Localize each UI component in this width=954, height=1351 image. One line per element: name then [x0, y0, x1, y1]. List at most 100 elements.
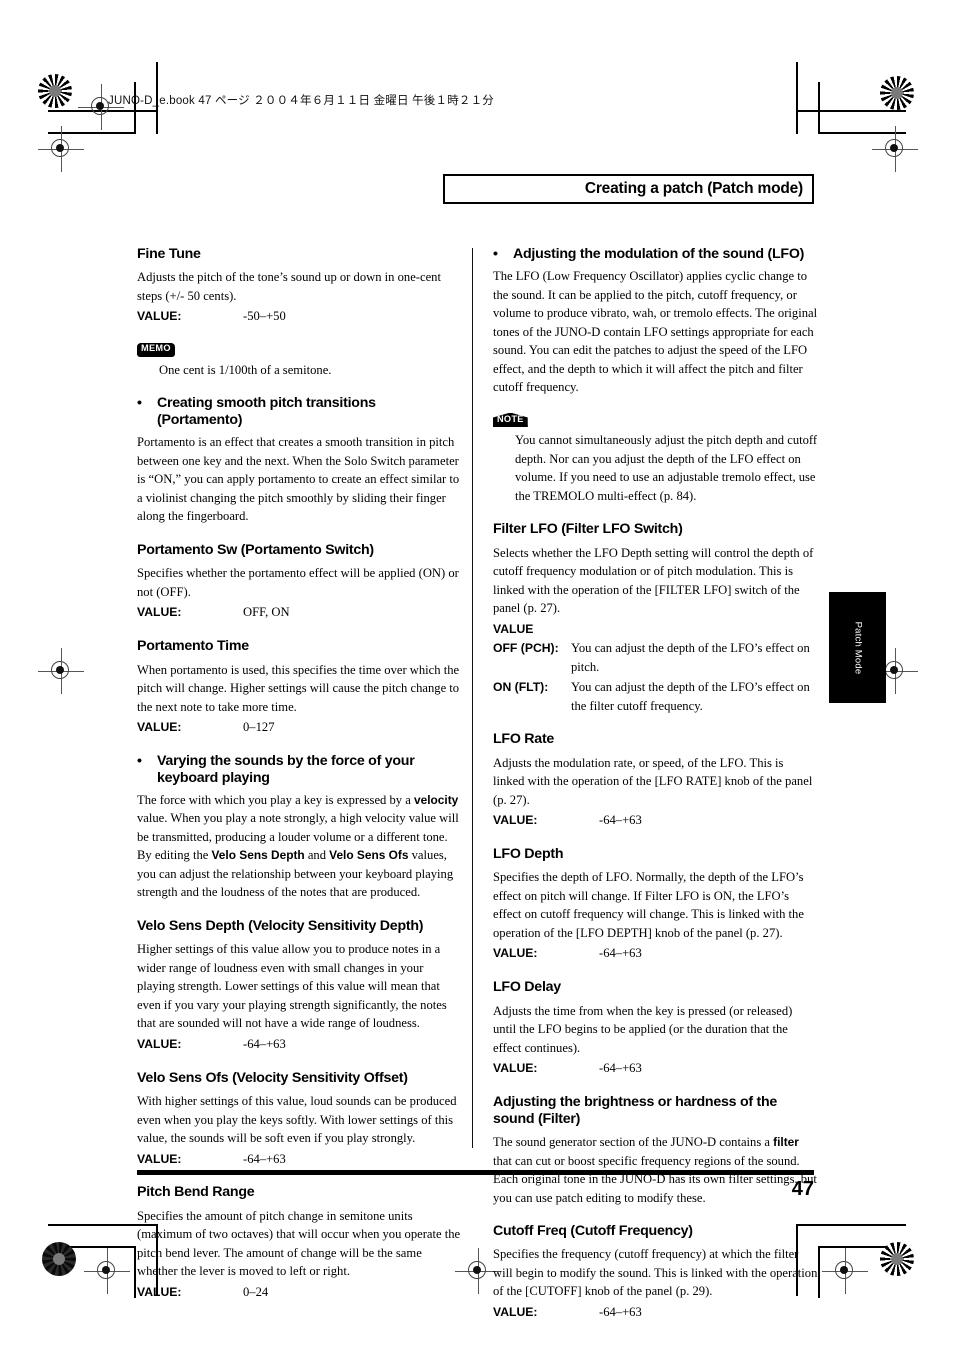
value-text: You can adjust the depth of the LFO’s ef…	[571, 640, 810, 674]
value-text: -64–+63	[243, 1036, 286, 1051]
heading-lfo-delay: LFO Delay	[493, 979, 561, 996]
registration-target-top-right	[880, 76, 914, 110]
heading-lfo-depth: LFO Depth	[493, 846, 564, 863]
value-text: 0–127	[243, 720, 275, 735]
heading-lfo-intro: • Adjusting the modulation of the sound …	[493, 246, 818, 263]
registration-cross-mid-left	[38, 648, 84, 694]
page-number: 47	[791, 1178, 814, 1200]
value-label: VALUE:	[493, 1061, 538, 1076]
heading-pitch-bend-range: Pitch Bend Range	[137, 1184, 255, 1201]
heading-fine-tune: Fine Tune	[137, 246, 201, 262]
value-portamento-sw: VALUE: OFF, ON	[137, 603, 462, 622]
text-filter-lfo: Selects whether the LFO Depth setting wi…	[493, 545, 814, 616]
heading-velo-sens-depth: Velo Sens Depth (Velocity Sensitivity De…	[137, 917, 424, 934]
text-lfo-depth: Specifies the depth of LFO. Normally, th…	[493, 870, 804, 940]
value-label: VALUE:	[493, 946, 538, 961]
registration-cross-top-right	[872, 126, 918, 172]
registration-cross-bottom-left	[84, 1248, 130, 1294]
text-velocity-intro: The force with which you play a key is e…	[137, 791, 462, 902]
value-text: OFF, ON	[243, 605, 290, 620]
value-text: -64–+63	[599, 813, 642, 828]
right-column: • Adjusting the modulation of the sound …	[493, 246, 818, 1322]
value-label: VALUE:	[137, 605, 182, 620]
registration-cross-upper-left	[38, 126, 84, 172]
note-callout-lfo: NOTE You cannot simultaneously adjust th…	[493, 409, 818, 506]
value-text: -50–+50	[243, 309, 286, 324]
text-cutoff-freq: Specifies the frequency (cutoff frequenc…	[493, 1247, 818, 1299]
registration-target-bottom-left	[42, 1242, 76, 1276]
file-header-text: JUNO-D_e.book 47 ページ ２００４年６月１１日 金曜日 午後１時…	[108, 95, 494, 107]
value-velo-sens-depth: VALUE: -64–+63	[137, 1035, 462, 1054]
value-cutoff-freq: VALUE: -64–+63	[493, 1303, 818, 1322]
registration-target-bottom-right	[880, 1242, 914, 1276]
seg2: that can cut or boost specific frequency…	[493, 1153, 817, 1205]
memo-callout-fine-tune: MEMO One cent is 1/100th of a semitone.	[137, 338, 462, 379]
seg3: and	[304, 848, 330, 863]
value-label: VALUE:	[137, 1036, 182, 1051]
registration-cross-bottom-right	[822, 1248, 868, 1294]
heading-velocity-intro: • Varying the sounds by the force of you…	[137, 753, 462, 787]
value-text: You can adjust the depth of the LFO’s ef…	[571, 679, 810, 713]
emph-velo-sens-depth: Velo Sens Depth	[211, 848, 305, 863]
column-divider	[472, 248, 473, 1148]
value-pitch-bend-range: VALUE: 0–24	[137, 1283, 462, 1302]
bullet-icon: •	[137, 395, 142, 412]
note-icon-wrap: NOTE	[493, 409, 528, 428]
seg1: The force with which you play a key is e…	[137, 792, 414, 807]
emph-filter: filter	[773, 1135, 799, 1150]
value-text: 0–24	[243, 1284, 269, 1299]
heading-text: Adjusting the modulation of the sound (L…	[513, 246, 805, 262]
value-text: -64–+63	[599, 1061, 642, 1076]
value-label: VALUE:	[137, 1284, 182, 1299]
value-velo-sens-ofs: VALUE: -64–+63	[137, 1150, 462, 1169]
text-lfo-rate: Adjusts the modulation rate, or speed, o…	[493, 755, 813, 807]
bullet-icon: •	[137, 752, 142, 769]
text-lfo-delay: Adjusts the time from when the key is pr…	[493, 1003, 793, 1055]
value-label: VALUE:	[493, 1304, 538, 1319]
text-lfo-intro: The LFO (Low Frequency Oscillator) appli…	[493, 269, 818, 395]
text-portamento-sw: Specifies whether the portamento effect …	[137, 566, 459, 599]
value-text: -64–+63	[599, 946, 642, 961]
text-velo-sens-ofs: With higher settings of this value, loud…	[137, 1094, 457, 1146]
value-portamento-time: VALUE: 0–127	[137, 718, 462, 737]
thumb-tab-label: Patch Mode	[852, 621, 863, 674]
text-portamento-intro: Portamento is an effect that creates a s…	[137, 435, 460, 524]
text-pitch-bend-range: Specifies the amount of pitch change in …	[137, 1208, 461, 1279]
value-text: -64–+63	[599, 1304, 642, 1319]
heading-cutoff-freq: Cutoff Freq (Cutoff Frequency)	[493, 1223, 693, 1240]
bullet-icon: •	[493, 246, 498, 262]
chapter-title-bar: Creating a patch (Patch mode)	[443, 174, 814, 204]
value-row-off-pch: OFF (PCH): You can adjust the depth of t…	[493, 639, 818, 677]
emph-velo-sens-ofs: Velo Sens Ofs	[329, 848, 409, 863]
memo-text: One cent is 1/100th of a semitone.	[159, 362, 332, 377]
note-text: You cannot simultaneously adjust the pit…	[515, 433, 818, 503]
section-thumb-tab: Patch Mode	[829, 592, 886, 703]
value-lfo-rate: VALUE: -64–+63	[493, 811, 818, 830]
value-text: -64–+63	[243, 1151, 286, 1166]
text-velo-sens-depth: Higher settings of this value allow you …	[137, 942, 447, 1031]
heading-velo-sens-ofs: Velo Sens Ofs (Velocity Sensitivity Offs…	[137, 1069, 408, 1086]
heading-filter-lfo: Filter LFO (Filter LFO Switch)	[493, 521, 683, 538]
heading-text: Varying the sounds by the force of your …	[157, 752, 415, 786]
heading-portamento-intro: • Creating smooth pitch transitions (Por…	[137, 395, 462, 429]
heading-portamento-time: Portamento Time	[137, 638, 249, 655]
value-label: VALUE:	[137, 309, 182, 324]
memo-icon: MEMO	[137, 342, 175, 357]
value-label-filter-lfo: VALUE	[493, 621, 534, 636]
value-label: VALUE:	[493, 813, 538, 828]
value-lfo-depth: VALUE: -64–+63	[493, 944, 818, 963]
heading-lfo-rate: LFO Rate	[493, 731, 555, 748]
seg1: The sound generator section of the JUNO-…	[493, 1135, 774, 1150]
text-fine-tune: Adjusts the pitch of the tone’s sound up…	[137, 270, 441, 303]
heading-filter-section: Adjusting the brightness or hardness of …	[493, 1094, 778, 1128]
value-label: ON (FLT):	[493, 679, 549, 694]
value-lfo-delay: VALUE: -64–+63	[493, 1059, 818, 1078]
registration-target-top-left	[38, 74, 72, 108]
value-row-on-flt: ON (FLT): You can adjust the depth of th…	[493, 678, 818, 716]
heading-portamento-sw: Portamento Sw (Portamento Switch)	[137, 541, 374, 558]
value-label: VALUE:	[137, 1151, 182, 1166]
note-icon: NOTE	[493, 412, 528, 428]
value-label: OFF (PCH):	[493, 640, 559, 655]
footer-rule	[137, 1170, 814, 1175]
chapter-title: Creating a patch (Patch mode)	[584, 180, 803, 197]
